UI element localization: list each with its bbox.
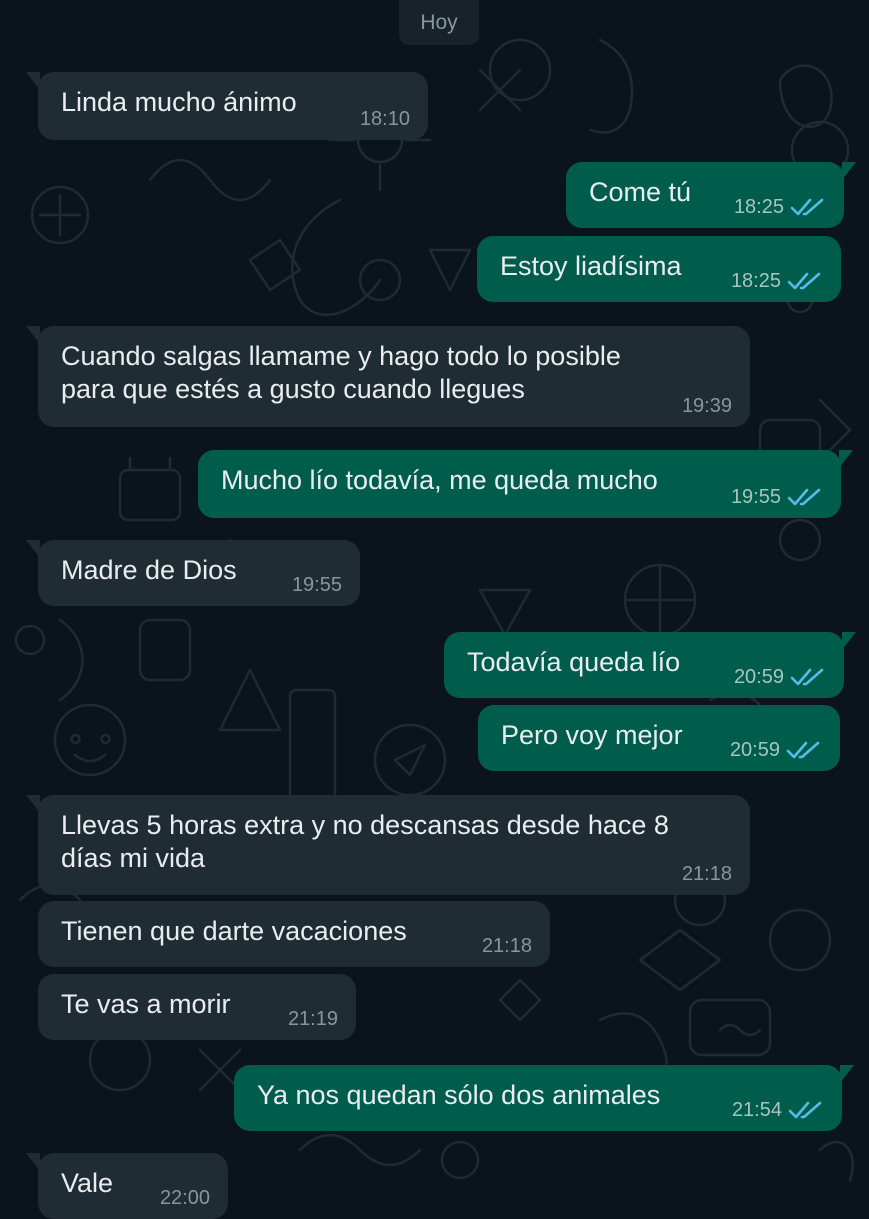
double-check-read-icon <box>790 668 824 686</box>
message-text: Linda mucho ánimo <box>61 87 297 117</box>
double-check-read-icon <box>790 198 824 216</box>
message-time: 18:25 <box>730 270 781 292</box>
message-text: Mucho lío todavía, me queda mucho <box>221 465 658 495</box>
message-incoming[interactable]: Cuando salgas llamame y hago todo lo pos… <box>26 326 750 427</box>
message-text: Madre de Dios <box>61 555 237 585</box>
message-time: 21:18 <box>481 935 532 957</box>
date-chip: Hoy <box>399 0 479 45</box>
message-time: 18:10 <box>359 108 410 130</box>
message-text: Tienen que darte vacaciones <box>61 916 407 946</box>
message-time: 22:00 <box>159 1187 210 1209</box>
message-text: Cuando salgas llamame y hago todo lo pos… <box>61 341 621 404</box>
double-check-read-icon <box>787 488 821 506</box>
message-time: 21:19 <box>287 1008 338 1030</box>
message-time: 20:59 <box>729 739 780 761</box>
message-text: Pero voy mejor <box>501 720 683 750</box>
message-time: 19:55 <box>730 486 781 508</box>
message-outgoing[interactable]: Todavía queda lío 20:59 <box>444 632 856 698</box>
double-check-read-icon <box>787 272 821 290</box>
message-text: Llevas 5 horas extra y no descansas desd… <box>61 810 669 873</box>
message-text: Vale <box>61 1168 114 1198</box>
message-time: 19:55 <box>291 574 342 596</box>
message-outgoing[interactable]: Pero voy mejor 20:59 <box>478 705 840 771</box>
double-check-read-icon <box>788 1101 822 1119</box>
double-check-read-icon <box>786 741 820 759</box>
message-time: 18:25 <box>733 196 784 218</box>
message-text: Todavía queda lío <box>467 647 681 677</box>
message-outgoing[interactable]: Ya nos quedan sólo dos animales 21:54 <box>234 1065 854 1131</box>
message-outgoing[interactable]: Come tú 18:25 <box>566 162 856 228</box>
message-incoming[interactable]: Linda mucho ánimo 18:10 <box>26 72 428 140</box>
message-text: Ya nos quedan sólo dos animales <box>257 1080 661 1110</box>
message-incoming[interactable]: Vale 22:00 <box>26 1153 228 1219</box>
message-outgoing[interactable]: Mucho lío todavía, me queda mucho 19:55 <box>198 450 853 518</box>
message-incoming[interactable]: Tienen que darte vacaciones 21:18 <box>38 901 550 967</box>
message-time: 21:18 <box>681 863 732 885</box>
message-time: 21:54 <box>731 1099 782 1121</box>
message-time: 19:39 <box>681 395 732 417</box>
message-text: Estoy liadísima <box>500 251 682 281</box>
message-incoming[interactable]: Te vas a morir 21:19 <box>38 974 356 1040</box>
message-text: Te vas a morir <box>61 989 231 1019</box>
message-incoming[interactable]: Llevas 5 horas extra y no descansas desd… <box>26 795 750 895</box>
message-outgoing[interactable]: Estoy liadísima 18:25 <box>477 236 841 302</box>
message-incoming[interactable]: Madre de Dios 19:55 <box>26 540 360 606</box>
message-text: Come tú <box>589 177 692 207</box>
chat-conversation[interactable]: Hoy Linda mucho ánimo 18:10 Come tú 18:2… <box>0 0 869 1219</box>
message-time: 20:59 <box>733 666 784 688</box>
